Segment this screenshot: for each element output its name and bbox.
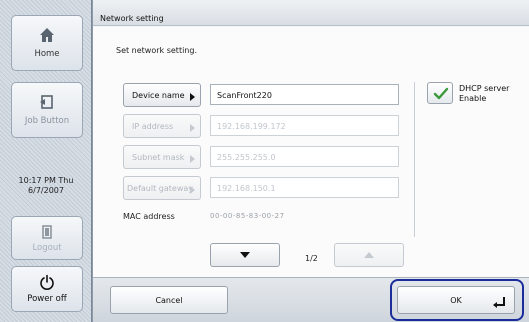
page-down-button[interactable] [210,243,280,267]
ip-address-label: IP address [132,121,174,131]
default-gateway-button[interactable]: Default gateway [123,176,201,200]
mac-address-value: 00-00-85-83-00-27 [210,212,285,220]
dhcp-enable-checkbox[interactable] [427,82,453,104]
arrow-right-icon [190,124,195,132]
divider [414,82,415,237]
subnet-mask-field[interactable]: 255.255.255.0 [210,146,399,167]
power-off-button[interactable]: Power off [11,266,83,312]
cancel-label: Cancel [155,295,183,305]
job-button-icon [40,95,53,109]
instruction-text: Set network setting. [116,46,197,55]
default-gateway-field[interactable]: 192.168.150.1 [210,177,399,198]
clock-time: 10:17 PM Thu [18,176,74,185]
arrow-right-icon [190,93,195,101]
cancel-button[interactable]: Cancel [110,286,228,314]
logout-button[interactable]: Logout [11,216,83,260]
arrow-right-icon [190,155,195,163]
power-off-label: Power off [27,294,67,304]
clock: 10:17 PM Thu 6/7/2007 [2,176,90,196]
default-gateway-label: Default gateway [127,183,193,193]
home-icon [40,28,54,42]
logout-icon [42,224,52,239]
device-name-button[interactable]: Device name [123,83,201,107]
dhcp-label-line2: Enable [459,94,487,103]
arrow-right-icon [190,186,195,194]
subnet-mask-button[interactable]: Subnet mask [123,145,201,169]
page-up-button[interactable] [334,243,404,267]
job-button-label: Job Button [24,116,70,126]
ok-label: OK [450,295,462,305]
home-button[interactable]: Home [11,15,83,71]
logout-label: Logout [32,242,62,253]
main-panel: Network setting Set network setting. Dev… [93,0,529,322]
subnet-mask-label: Subnet mask [132,152,185,162]
enter-icon [493,297,505,308]
page-indicator: 1/2 [305,254,318,263]
clock-date: 6/7/2007 [28,186,64,195]
triangle-up-icon [364,252,374,258]
ip-address-button[interactable]: IP address [123,114,201,138]
triangle-down-icon [240,252,250,258]
device-name-field[interactable]: ScanFront220 [210,84,399,105]
settings-content: Set network setting. Device name ScanFro… [93,27,529,277]
mac-address-label: MAC address [123,212,175,221]
dhcp-label: DHCP server Enable [459,84,509,104]
device-name-label: Device name [132,90,185,100]
dhcp-label-line1: DHCP server [459,84,510,93]
ok-button[interactable]: OK [397,286,515,314]
page-title: Network setting [93,0,529,26]
job-button[interactable]: Job Button [11,82,83,138]
home-label: Home [34,49,60,59]
bottom-bar: Cancel OK [93,277,529,322]
sidebar: Home Job Button 10:17 PM Thu 6/7/2007 Lo… [0,0,92,322]
ip-address-field[interactable]: 192.168.199.172 [210,115,399,136]
power-icon [40,274,54,290]
checkmark-icon [433,87,449,100]
